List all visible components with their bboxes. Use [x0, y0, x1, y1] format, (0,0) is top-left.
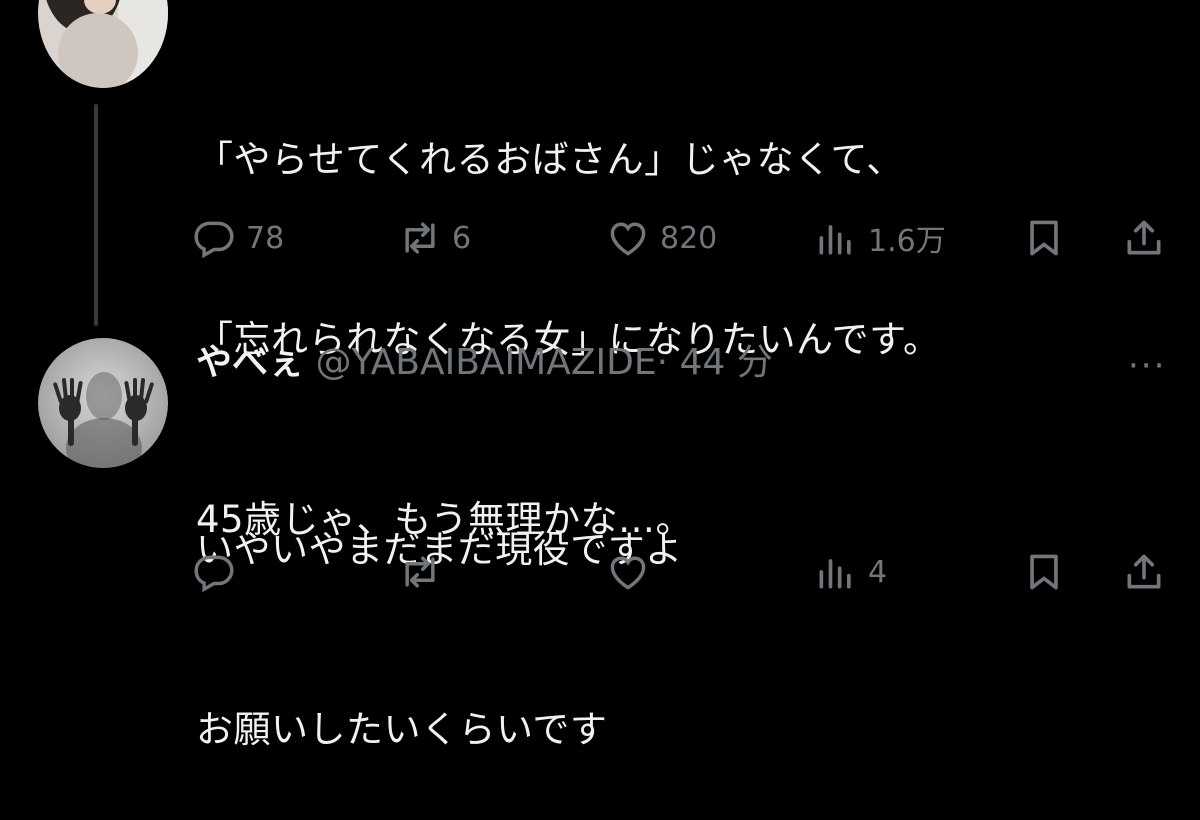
more-icon[interactable]: ···	[1128, 346, 1166, 386]
retweet-icon	[405, 556, 435, 588]
first-tweet-actions: 78 6 820 1.6万	[192, 214, 1172, 262]
timestamp[interactable]: 44 分	[680, 342, 773, 383]
views-count: 4	[868, 554, 888, 590]
share-button[interactable]	[1122, 548, 1166, 596]
bookmark-button[interactable]	[1022, 548, 1066, 596]
tweet-text-line: 「やらせてくれるおばさん」じゃなくて、	[196, 138, 904, 181]
reply-icon	[194, 555, 234, 593]
like-count: 820	[660, 220, 718, 256]
reply-icon	[194, 221, 234, 259]
avatar-reply-author[interactable]	[38, 338, 168, 468]
bookmark-icon	[1030, 220, 1058, 256]
display-name[interactable]: やべぇ	[196, 342, 304, 383]
share-button[interactable]	[1122, 214, 1166, 262]
like-icon	[610, 222, 646, 256]
reply-header: やべぇ @YABAIBAIMAZIDE· 44 分	[196, 338, 773, 388]
avatar-first-author[interactable]	[38, 0, 168, 88]
share-icon	[1127, 220, 1161, 255]
separator-dot: ·	[656, 342, 669, 383]
like-icon	[610, 556, 646, 590]
views-icon	[819, 225, 851, 255]
reply-button[interactable]: 78	[192, 214, 284, 262]
reply-tweet-text: いやいやまだまだ現役ですよ お願いしたいくらいです	[196, 400, 683, 820]
reply-button[interactable]	[192, 548, 246, 596]
retweet-icon	[405, 222, 435, 254]
retweet-button[interactable]: 6	[398, 214, 471, 262]
bookmark-icon	[1030, 554, 1058, 590]
reply-tweet-actions: 4	[192, 548, 1172, 596]
retweet-count: 6	[452, 220, 472, 256]
bookmark-button[interactable]	[1022, 214, 1066, 262]
tweet-text-line: お願いしたいくらいです	[196, 708, 608, 751]
like-button[interactable]	[606, 548, 660, 596]
views-icon	[819, 559, 851, 589]
thread-connector-line	[94, 104, 98, 326]
views-button[interactable]: 4	[814, 548, 887, 596]
share-icon	[1127, 554, 1161, 589]
like-button[interactable]: 820	[606, 214, 717, 262]
retweet-button[interactable]	[398, 548, 452, 596]
views-button[interactable]: 1.6万	[814, 214, 946, 262]
reply-count: 78	[246, 220, 285, 256]
views-count: 1.6万	[868, 224, 946, 259]
user-handle[interactable]: @YABAIBAIMAZIDE	[315, 342, 656, 383]
